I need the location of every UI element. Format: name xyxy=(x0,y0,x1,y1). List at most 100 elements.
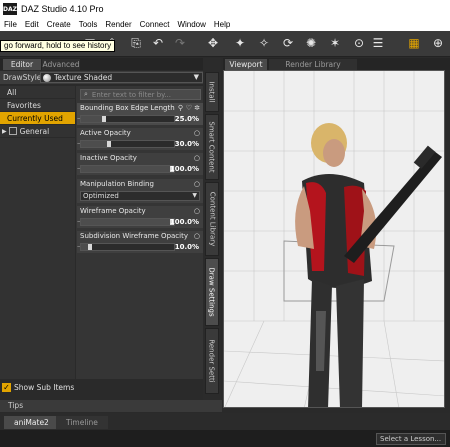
surface-tool-icon[interactable]: ⊙ xyxy=(351,35,367,51)
sphere-icon xyxy=(43,73,51,82)
status-dot-icon: ○ xyxy=(193,207,200,215)
property-value[interactable]: 25.0% xyxy=(175,115,199,123)
property-value[interactable]: 100.0% xyxy=(170,218,199,226)
expand-arrow-icon[interactable]: ▶ xyxy=(2,125,7,138)
properties-panel: ⌕ Enter text to filter by... Bounding Bo… xyxy=(76,86,204,379)
property-label: Manipulation Binding xyxy=(80,180,154,188)
category-favorites[interactable]: Favorites xyxy=(0,99,75,112)
link-icon[interactable]: ⚲ xyxy=(178,104,183,112)
property-wireframe-opacity[interactable]: Wireframe Opacity ○ – 100.0% xyxy=(77,206,203,228)
tab-advanced[interactable]: Advanced xyxy=(42,59,80,70)
slider-knob[interactable] xyxy=(102,116,107,122)
property-label: Subdivision Wireframe Opacity xyxy=(80,232,188,240)
heart-icon[interactable]: ♡ xyxy=(186,104,192,112)
node-tool-icon[interactable]: ✥ xyxy=(205,35,221,51)
side-tab-render-settings[interactable]: Render Setti xyxy=(205,328,219,394)
slider-fill xyxy=(81,116,105,122)
side-tab-label: Content Library xyxy=(208,191,217,247)
slider-fill xyxy=(81,219,174,225)
property-slider[interactable] xyxy=(80,115,175,123)
list-icon[interactable]: ☰ xyxy=(370,35,386,51)
search-icon: ⌕ xyxy=(84,90,88,98)
manipulation-binding-select[interactable]: Optimized ▼ xyxy=(80,191,200,201)
menu-window[interactable]: Window xyxy=(173,20,209,29)
property-active-opacity[interactable]: Active Opacity ○ – 30.0% xyxy=(77,128,203,150)
menu-tools[interactable]: Tools xyxy=(75,20,102,29)
import-icon[interactable]: ⎘ xyxy=(128,35,144,51)
property-slider[interactable] xyxy=(80,243,175,251)
property-slider[interactable] xyxy=(80,140,175,148)
camera-nav-icon[interactable]: ⊕ xyxy=(430,35,446,51)
tab-animate2[interactable]: aniMate2 xyxy=(4,416,59,429)
side-tab-content-library[interactable]: Content Library xyxy=(205,182,219,256)
menu-bar: File Edit Create Tools Render Connect Wi… xyxy=(0,18,450,31)
tab-editor[interactable]: Editor xyxy=(3,59,41,70)
menu-create[interactable]: Create xyxy=(43,20,75,29)
property-manipulation-binding[interactable]: Manipulation Binding ○ Optimized ▼ xyxy=(77,179,203,203)
side-tab-label: Smart Content xyxy=(208,121,216,173)
undo-icon[interactable]: ↶ xyxy=(150,35,166,51)
bottom-tabs: aniMate2 Timeline xyxy=(0,413,450,430)
show-sub-items-checkbox[interactable]: ✓ xyxy=(2,382,11,392)
property-value[interactable]: 100.0% xyxy=(170,165,199,173)
title-bar: DAZ DAZ Studio 4.10 Pro xyxy=(0,0,450,18)
side-tab-label: Install xyxy=(208,81,217,103)
pose-tool-icon[interactable]: ✺ xyxy=(303,35,319,51)
translate-tool-icon[interactable]: ✧ xyxy=(256,35,272,51)
menu-help[interactable]: Help xyxy=(210,20,234,29)
tab-render-library[interactable]: Render Library xyxy=(269,59,357,70)
property-inactive-opacity[interactable]: Inactive Opacity ○ – 100.0% xyxy=(77,153,203,175)
menu-file[interactable]: File xyxy=(0,20,21,29)
property-value[interactable]: 10.0% xyxy=(175,243,199,251)
slider-knob[interactable] xyxy=(88,244,93,250)
tab-viewport[interactable]: Viewport xyxy=(225,59,267,70)
category-general-label: General xyxy=(19,126,50,136)
layout-icon[interactable]: ▦ xyxy=(406,35,422,51)
viewport[interactable]: unity xyxy=(223,70,445,408)
property-label: Bounding Box Edge Length xyxy=(80,104,175,112)
side-tabs: Install Smart Content Content Library Dr… xyxy=(203,58,221,400)
gear-icon[interactable]: ✲ xyxy=(194,104,200,112)
property-subdivision-wireframe-opacity[interactable]: Subdivision Wireframe Opacity ○ – 10.0% xyxy=(77,231,203,253)
window-title: DAZ Studio 4.10 Pro xyxy=(21,4,104,14)
filter-placeholder: Enter text to filter by... xyxy=(91,90,171,99)
property-label: Active Opacity xyxy=(80,129,131,137)
side-tab-smart-content[interactable]: Smart Content xyxy=(205,114,219,180)
property-slider[interactable] xyxy=(80,218,175,226)
category-list: All Favorites Currently Used ▶ General xyxy=(0,86,75,379)
category-general[interactable]: ▶ General xyxy=(0,125,75,138)
side-tab-install[interactable]: Install xyxy=(205,72,219,112)
slider-knob[interactable] xyxy=(106,141,111,147)
property-slider[interactable] xyxy=(80,165,175,173)
side-tab-label: Render Setti xyxy=(208,339,216,383)
select-lesson-dropdown[interactable]: Select a Lesson... xyxy=(376,433,446,445)
property-bounding-box-edge-length[interactable]: Bounding Box Edge Length ⚲ ♡ ✲ – 25.0% xyxy=(77,103,203,125)
drawstyle-select[interactable]: Texture Shaded ▼ xyxy=(40,72,203,83)
chevron-down-icon: ▼ xyxy=(193,73,199,81)
side-tab-draw-settings[interactable]: Draw Settings xyxy=(205,258,219,326)
property-value[interactable]: 30.0% xyxy=(175,140,199,148)
category-currently-used[interactable]: Currently Used xyxy=(0,112,75,125)
side-tab-label: Draw Settings xyxy=(208,267,216,317)
category-all[interactable]: All xyxy=(0,86,75,99)
viewport-scrollbar[interactable] xyxy=(445,70,450,408)
filter-input[interactable]: ⌕ Enter text to filter by... xyxy=(80,89,201,100)
property-label: Wireframe Opacity xyxy=(80,207,146,215)
daz-logo-icon: DAZ xyxy=(3,3,17,15)
active-pose-icon[interactable]: ✶ xyxy=(327,35,343,51)
menu-edit[interactable]: Edit xyxy=(21,20,43,29)
tips-bar[interactable]: Tips xyxy=(0,400,222,412)
tooltip: go forward, hold to see history xyxy=(0,40,116,52)
redo-icon[interactable]: ↷ xyxy=(172,35,188,51)
tab-timeline[interactable]: Timeline xyxy=(56,416,108,429)
rotate-tool-icon[interactable]: ⟳ xyxy=(280,35,296,51)
chevron-down-icon: ▼ xyxy=(192,192,197,199)
menu-connect[interactable]: Connect xyxy=(136,20,174,29)
menu-render[interactable]: Render xyxy=(101,20,135,29)
show-sub-items[interactable]: ✓ Show Sub Items xyxy=(2,381,74,393)
slider-fill xyxy=(81,166,174,172)
status-dot-icon: ○ xyxy=(193,232,200,240)
show-sub-items-label: Show Sub Items xyxy=(14,382,75,392)
transform-tool-icon[interactable]: ✦ xyxy=(232,35,248,51)
slider-fill xyxy=(81,141,109,147)
